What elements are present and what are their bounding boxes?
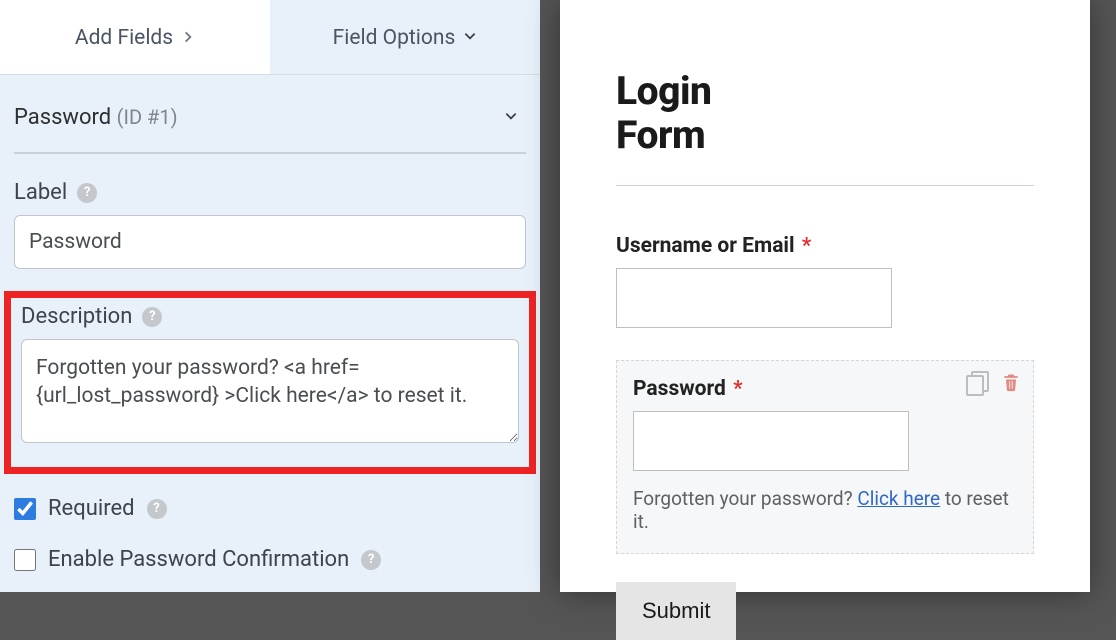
control-label: Description ? <box>21 304 519 329</box>
help-icon[interactable]: ? <box>77 183 97 203</box>
title-line-2: Form <box>616 112 705 158</box>
form-preview: Login Form Username or Email * Password … <box>560 0 1090 592</box>
tab-add-fields[interactable]: Add Fields <box>0 0 270 74</box>
help-icon[interactable]: ? <box>147 499 167 519</box>
required-asterisk: * <box>802 234 812 258</box>
field-options-panel: Add Fields Field Options Password (ID #1… <box>0 0 540 592</box>
tab-label: Add Fields <box>75 26 173 50</box>
label-text: Password <box>633 377 726 401</box>
panel-tabs: Add Fields Field Options <box>0 0 540 75</box>
required-checkbox[interactable] <box>14 498 36 520</box>
checkbox-label: Required <box>48 496 135 521</box>
label-text: Description <box>21 304 132 329</box>
trash-icon[interactable] <box>1001 371 1021 393</box>
page-title: Login Form <box>616 70 1034 157</box>
preview-wrapper: Login Form Username or Email * Password … <box>540 0 1116 592</box>
preview-field-username[interactable]: Username or Email * <box>616 234 1034 328</box>
control-label: Label ? <box>14 180 526 205</box>
help-icon[interactable]: ? <box>361 550 381 570</box>
chevron-down-icon <box>504 108 526 127</box>
field-header-title: Password (ID #1) <box>14 105 178 130</box>
label-text: Label <box>14 180 67 205</box>
control-description-group: Description ? Forgotten your password? <… <box>21 304 519 447</box>
field-name: Password <box>14 105 111 130</box>
field-actions <box>967 371 1021 393</box>
username-input[interactable] <box>616 268 892 328</box>
reset-password-link[interactable]: Click here <box>857 487 940 510</box>
checkbox-label: Enable Password Confirmation <box>48 547 349 572</box>
field-label: Password * <box>633 377 1017 401</box>
chevron-right-icon <box>181 29 195 48</box>
required-checkbox-row[interactable]: Required ? <box>14 496 526 521</box>
required-asterisk: * <box>733 377 743 401</box>
field-label: Username or Email * <box>616 234 1034 258</box>
field-description: Forgotten your password? Click here to r… <box>633 487 1017 533</box>
label-input[interactable] <box>14 215 526 269</box>
enable-confirm-checkbox-row[interactable]: Enable Password Confirmation ? <box>14 547 526 572</box>
control-label-group: Label ? <box>14 180 526 269</box>
password-input[interactable] <box>633 411 909 471</box>
submit-button[interactable]: Submit <box>616 582 736 640</box>
label-text: Username or Email <box>616 234 795 258</box>
description-highlight: Description ? Forgotten your password? <… <box>4 291 536 474</box>
preview-field-password-selected[interactable]: Password * Forgotten your password? Clic… <box>616 360 1034 554</box>
options-body: Password (ID #1) Label ? Description ? F… <box>0 75 540 598</box>
help-icon[interactable]: ? <box>142 307 162 327</box>
title-line-1: Login <box>616 68 711 114</box>
chevron-down-icon <box>463 29 477 47</box>
duplicate-icon[interactable] <box>967 371 989 393</box>
hint-pre: Forgotten your password? <box>633 487 857 510</box>
field-id-tag: (ID #1) <box>117 105 178 129</box>
tab-field-options[interactable]: Field Options <box>270 0 540 74</box>
tab-label: Field Options <box>333 26 456 50</box>
enable-confirm-checkbox[interactable] <box>14 549 36 571</box>
title-divider <box>616 185 1034 186</box>
field-header[interactable]: Password (ID #1) <box>14 105 526 154</box>
description-textarea[interactable]: Forgotten your password? <a href={url_lo… <box>21 339 519 443</box>
